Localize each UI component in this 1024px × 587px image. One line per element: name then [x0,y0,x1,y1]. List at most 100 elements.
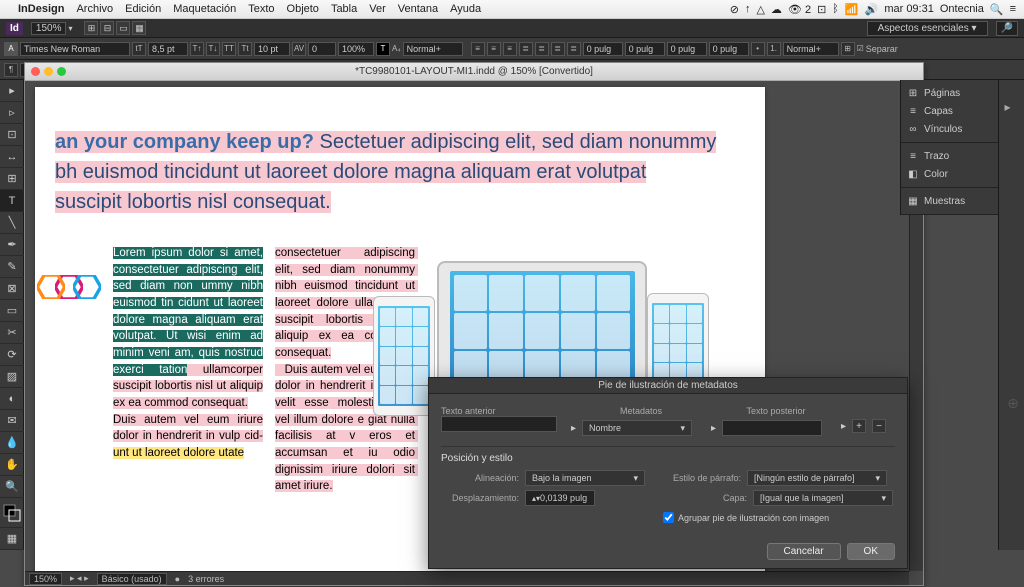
view-mode-icon[interactable]: ▦ [0,528,24,550]
menu-maquetacion[interactable]: Maquetación [173,3,236,15]
status-icon[interactable]: ↑ [745,3,751,15]
rail-icon[interactable]: ▸ [1005,100,1019,114]
metadata-dropdown[interactable]: Nombre▾ [582,420,692,436]
align-justify-icon[interactable]: ≣ [567,42,581,56]
column-1[interactable]: Lorem ipsum dolor si amet, consectetuer … [113,245,263,495]
eyedropper-tool-icon[interactable]: 💧 [0,432,24,454]
leading-field[interactable]: 10 pt [254,42,290,56]
view-mode-button[interactable]: ⊟ [100,21,114,35]
pstyle-dropdown[interactable]: [Ningún estilo de párrafo]▾ [747,470,887,486]
spotlight-icon[interactable]: 🔍 [990,3,1004,16]
status-icon[interactable]: ☁ [771,3,782,16]
indent-field[interactable]: 0 pulg [583,42,623,56]
gradient-feather-tool-icon[interactable]: ◐ [0,388,24,410]
note-tool-icon[interactable]: ✉ [0,410,24,432]
workspace-switcher[interactable]: Aspectos esenciales ▾ [867,21,988,36]
transform-tool-icon[interactable]: ⟳ [0,344,24,366]
layer-dropdown[interactable]: [Igual que la imagen]▾ [753,490,893,506]
separar-check[interactable]: Separar [866,44,898,54]
rectangle-tool-icon[interactable]: ▭ [0,300,24,322]
cancel-button[interactable]: Cancelar [767,543,841,560]
menu-ayuda[interactable]: Ayuda [450,3,481,15]
zoom-tool-icon[interactable]: 🔍 [0,476,24,498]
char-mode-icon[interactable]: A [4,42,18,56]
text-before-field[interactable] [441,416,557,432]
menu-texto[interactable]: Texto [248,3,274,15]
panel-vinculos[interactable]: ∞Vínculos [901,120,998,138]
group-checkbox[interactable] [663,512,674,523]
align-justify-icon[interactable]: ≣ [551,42,565,56]
selection-tool-icon[interactable]: ▸ [0,80,24,102]
pencil-tool-icon[interactable]: ✎ [0,256,24,278]
align-left-icon[interactable]: ≡ [471,42,485,56]
type-tool-icon[interactable]: T [0,190,24,212]
add-row-button[interactable]: + [852,419,866,433]
fill-stroke-icon[interactable] [0,498,24,528]
columns-icon[interactable]: ⊞ [841,42,855,56]
para-style-field[interactable]: Normal+ [403,42,463,56]
bluetooth-icon[interactable]: ᛒ [832,3,839,15]
page-tool-icon[interactable]: ⊡ [0,124,24,146]
search-icon[interactable]: 🔎 [996,21,1018,36]
para-style2-field[interactable]: Normal+ [783,42,839,56]
status-zoom[interactable]: 150% [29,573,62,585]
clock[interactable]: mar 09:31 [884,3,934,15]
panel-trazo[interactable]: ≡Trazo [901,147,998,165]
scissors-tool-icon[interactable]: ✂ [0,322,24,344]
panel-capas[interactable]: ≡Capas [901,102,998,120]
panel-muestras[interactable]: ▦Muestras [901,192,998,210]
zoom-dropdown-icon[interactable]: ▾ [68,24,72,33]
numbers-icon[interactable]: 1. [767,42,781,56]
smallcaps-icon[interactable]: Tt [238,42,252,56]
align-justify-icon[interactable]: ≣ [519,42,533,56]
zoom-indicator-icon[interactable]: ⊕ [1007,395,1019,412]
allcaps-icon[interactable]: TT [222,42,236,56]
volume-icon[interactable]: 🔊 [865,3,879,16]
hand-tool-icon[interactable]: ✋ [0,454,24,476]
menu-tabla[interactable]: Tabla [331,3,357,15]
gap-tool-icon[interactable]: ↔ [0,146,24,168]
view-mode-button[interactable]: ⊞ [84,21,98,35]
align-dropdown[interactable]: Bajo la imagen▾ [525,470,645,486]
status-icon[interactable]: 👁 2 [788,3,811,16]
align-center-icon[interactable]: ≡ [487,42,501,56]
text-after-field[interactable] [722,420,822,436]
line-tool-icon[interactable]: ╲ [0,212,24,234]
align-right-icon[interactable]: ≡ [503,42,517,56]
status-errors[interactable]: 3 errores [188,574,224,584]
subscript-icon[interactable]: T↓ [206,42,220,56]
superscript-icon[interactable]: T↑ [190,42,204,56]
pen-tool-icon[interactable]: ✒ [0,234,24,256]
font-size-field[interactable]: 8,5 pt [148,42,188,56]
align-justify-icon[interactable]: ≣ [535,42,549,56]
headline-text[interactable]: an your company keep up? Sectetuer adipi… [55,127,745,217]
hscale-field[interactable]: 100% [338,42,374,56]
font-field[interactable]: Times New Roman [20,42,130,56]
ok-button[interactable]: OK [847,543,895,560]
menu-ver[interactable]: Ver [369,3,386,15]
user-name[interactable]: Ontecnia [940,3,984,15]
zoom-field[interactable]: 150% [31,22,67,35]
remove-row-button[interactable]: − [872,419,886,433]
status-icon[interactable]: ⊘ [730,3,739,16]
para-mode-icon[interactable]: ¶ [4,63,18,77]
notifications-icon[interactable]: ≡ [1010,3,1016,15]
status-info[interactable]: Básico (usado) [97,573,167,585]
menu-archivo[interactable]: Archivo [76,3,113,15]
bullets-icon[interactable]: • [751,42,765,56]
gradient-tool-icon[interactable]: ▨ [0,366,24,388]
content-tool-icon[interactable]: ⊞ [0,168,24,190]
indent-field[interactable]: 0 pulg [709,42,749,56]
direct-selection-tool-icon[interactable]: ▹ [0,102,24,124]
indent-field[interactable]: 0 pulg [625,42,665,56]
offset-field[interactable]: ▴▾ 0,0139 pulg [525,490,595,506]
app-menu[interactable]: InDesign [18,3,64,15]
view-mode-button[interactable]: ▦ [132,21,146,35]
fill-swatch-icon[interactable]: T [376,42,390,56]
tracking-field[interactable]: 0 [308,42,336,56]
menu-objeto[interactable]: Objeto [287,3,319,15]
menu-edicion[interactable]: Edición [125,3,161,15]
status-icon[interactable]: △ [756,3,764,16]
view-mode-button[interactable]: ▭ [116,21,130,35]
panel-paginas[interactable]: ⊞Páginas [901,84,998,102]
